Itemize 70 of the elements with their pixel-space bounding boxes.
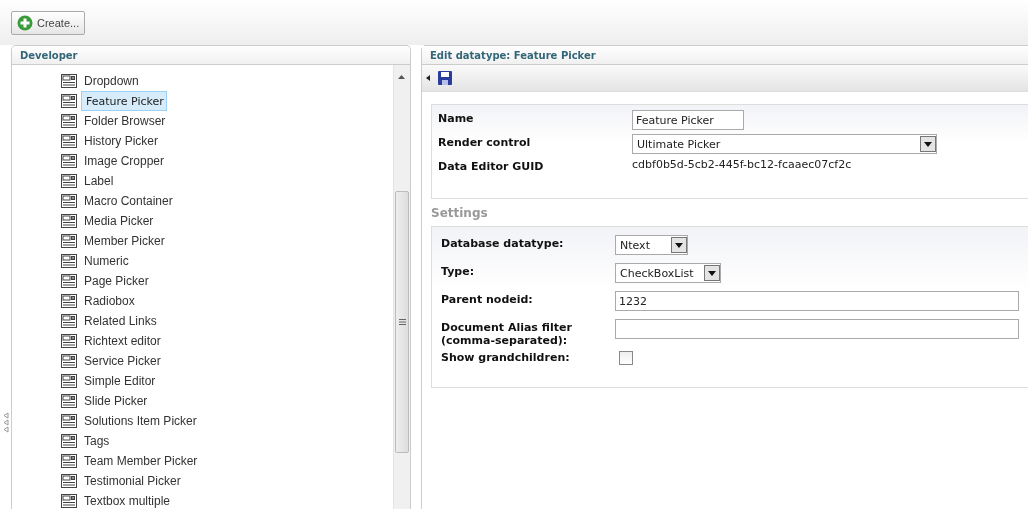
tree-item[interactable]: Richtext editor bbox=[81, 332, 164, 350]
datatype-icon bbox=[61, 214, 77, 228]
datatype-icon bbox=[61, 134, 77, 148]
tree-item[interactable]: History Picker bbox=[81, 132, 161, 150]
scroll-thumb[interactable] bbox=[395, 191, 409, 453]
tree-item[interactable]: Folder Browser bbox=[81, 112, 169, 130]
datatype-icon bbox=[61, 174, 77, 188]
dropdown[interactable]: Ultimate Picker bbox=[632, 134, 937, 154]
tree-item[interactable]: Image Cropper bbox=[81, 152, 168, 170]
tree-item[interactable]: Service Picker bbox=[81, 352, 164, 370]
tree-item[interactable]: Simple Editor bbox=[81, 372, 159, 390]
datatype-icon bbox=[61, 114, 77, 128]
save-icon[interactable] bbox=[438, 71, 452, 85]
guid-value: cdbf0b5d-5cb2-445f-bc12-fcaaec07cf2c bbox=[632, 158, 852, 171]
tree-item[interactable]: Slide Picker bbox=[81, 392, 151, 410]
datatype-icon bbox=[61, 394, 77, 408]
datatype-icon bbox=[61, 354, 77, 368]
datatype-icon bbox=[61, 154, 77, 168]
datatype-icon bbox=[61, 414, 77, 428]
datatype-icon bbox=[61, 434, 77, 448]
dropdown[interactable]: Ntext bbox=[615, 235, 688, 255]
tree-item[interactable]: Related Links bbox=[81, 312, 160, 330]
field-label: Database datatype: bbox=[441, 236, 565, 250]
panel-title: Edit datatype: Feature Picker bbox=[422, 46, 1028, 65]
tree-item[interactable]: Radiobox bbox=[81, 292, 138, 310]
datatype-icon bbox=[61, 74, 77, 88]
tree-item[interactable]: Media Picker bbox=[81, 212, 157, 230]
datatype-icon bbox=[61, 374, 77, 388]
tree-item[interactable]: Tags bbox=[81, 432, 113, 450]
datatype-icon bbox=[61, 94, 77, 108]
scrollbar[interactable] bbox=[393, 65, 410, 509]
field-label: Show grandchildren: bbox=[441, 350, 571, 364]
field-label: Data Editor GUID bbox=[438, 159, 545, 173]
datatype-icon bbox=[61, 334, 77, 348]
section-title: Settings bbox=[431, 206, 489, 220]
dropdown[interactable]: CheckBoxList bbox=[615, 263, 721, 283]
tree-item[interactable]: Testimonial Picker bbox=[81, 472, 184, 490]
tree-item[interactable]: Textbox multiple bbox=[81, 492, 174, 509]
datatype-icon bbox=[61, 314, 77, 328]
field-label: Render control bbox=[438, 135, 532, 149]
name-field[interactable]: Feature Picker bbox=[632, 110, 744, 130]
checkbox[interactable] bbox=[619, 351, 633, 365]
field-label: Type: bbox=[441, 264, 476, 278]
datatype-icon bbox=[61, 494, 77, 508]
tree-item[interactable]: Numeric bbox=[81, 252, 132, 270]
field-label: Parent nodeid: bbox=[441, 292, 534, 306]
tree-item[interactable]: Label bbox=[81, 172, 117, 190]
collapse-icon[interactable] bbox=[426, 75, 430, 81]
tree-item[interactable]: Macro Container bbox=[81, 192, 176, 210]
datatype-icon bbox=[61, 274, 77, 288]
datatype-icon bbox=[61, 254, 77, 268]
text-field[interactable]: 1232 bbox=[615, 291, 1019, 311]
scroll-up-icon[interactable] bbox=[398, 75, 405, 79]
tree-item[interactable]: Dropdown bbox=[81, 72, 142, 90]
field-label: Document Alias filter (comma-separated): bbox=[441, 320, 573, 347]
tree-item[interactable]: Solutions Item Picker bbox=[81, 412, 200, 430]
text-field[interactable] bbox=[615, 319, 1019, 339]
tree-item[interactable]: Team Member Picker bbox=[81, 452, 201, 470]
datatype-icon bbox=[61, 294, 77, 308]
datatype-icon bbox=[61, 234, 77, 248]
tree-item[interactable]: Page Picker bbox=[81, 272, 152, 290]
panel-title: Developer bbox=[12, 46, 410, 65]
datatype-icon bbox=[61, 194, 77, 208]
tree-item[interactable]: Member Picker bbox=[81, 232, 168, 250]
create-button[interactable]: Create... bbox=[11, 10, 86, 35]
datatype-icon bbox=[61, 474, 77, 488]
add-icon bbox=[17, 14, 33, 31]
datatype-icon bbox=[61, 454, 77, 468]
field-label: Name bbox=[438, 111, 475, 125]
tree-item[interactable]: Feature Picker bbox=[81, 91, 167, 111]
